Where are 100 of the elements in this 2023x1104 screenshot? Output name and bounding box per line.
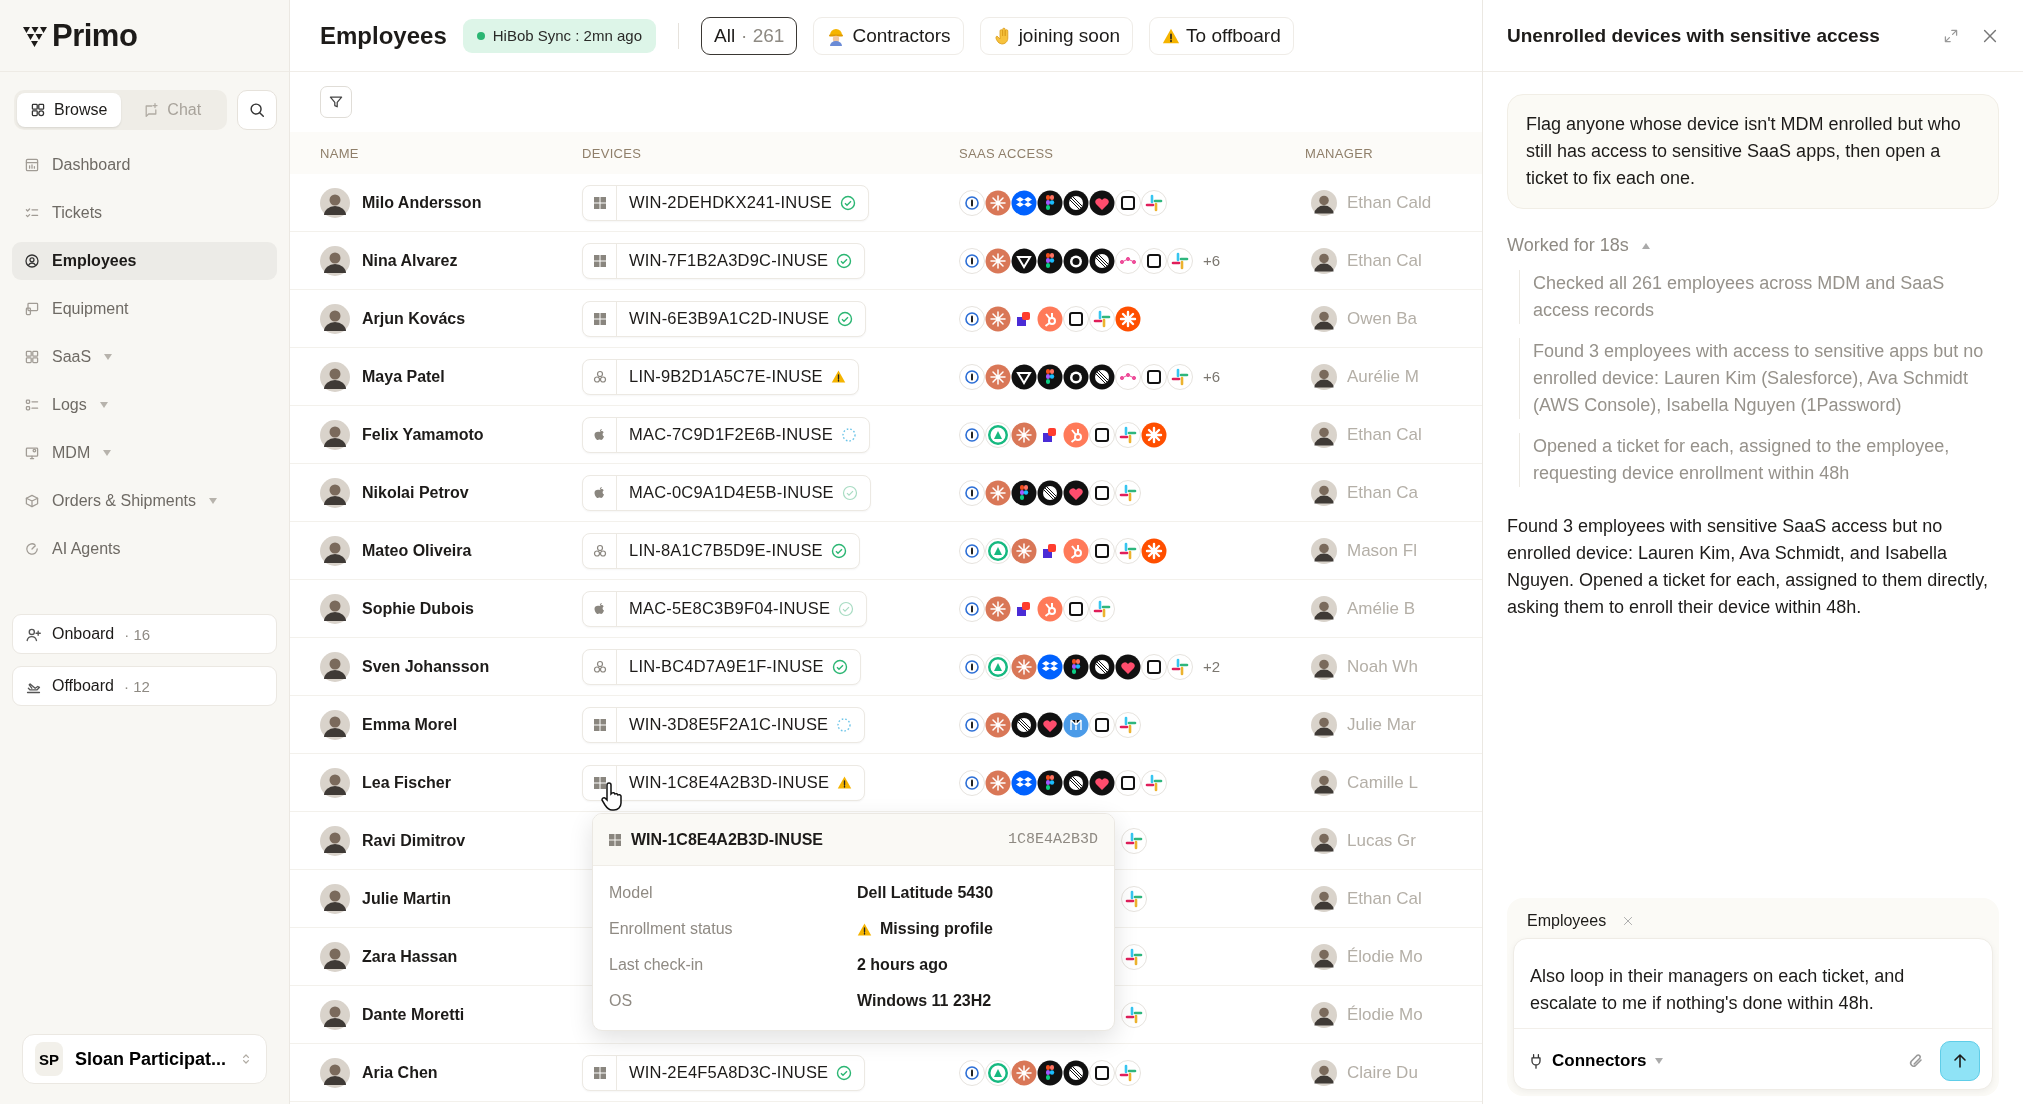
avatar: [320, 419, 350, 450]
mode-tab[interactable]: Browse: [17, 93, 121, 127]
nav-item[interactable]: Employees: [12, 242, 277, 280]
monitor-icon: [24, 301, 40, 317]
avatar: [1311, 421, 1337, 448]
manager-name: Aurélie M: [1347, 366, 1419, 387]
device-chip[interactable]: MAC-0C9A1D4E5B-INUSE: [582, 474, 871, 511]
device-chip[interactable]: WIN-6E3B9A1C2D-INUSE: [582, 300, 867, 337]
shortcut-link[interactable]: Onboard · 16: [12, 614, 277, 654]
apple-icon: [593, 427, 606, 442]
plug-icon: [1528, 1053, 1544, 1069]
device-chip[interactable]: LIN-8A1C7B5D9E-INUSE: [582, 532, 860, 569]
square-outline-icon: [1089, 421, 1115, 448]
device-chip[interactable]: WIN-7F1B2A3D9C-INUSE: [582, 242, 866, 279]
manager-name: Mason Fl: [1347, 540, 1417, 561]
device-chip[interactable]: LIN-9B2D1A5C7E-INUSE: [582, 358, 859, 395]
device-chip[interactable]: WIN-2E4F5A8D3C-INUSE: [582, 1054, 866, 1091]
keyhole-icon: [959, 305, 985, 332]
square-outline-icon: [1089, 479, 1115, 506]
caret-icon: [102, 449, 113, 457]
column-header: MANAGER: [1305, 145, 1374, 161]
device-chip[interactable]: WIN-3D8E5F2A1C-INUSE: [582, 706, 866, 743]
manager-name: Élodie Mo: [1347, 946, 1423, 967]
worked-toggle[interactable]: Worked for 18s: [1507, 235, 1999, 256]
filter-button[interactable]: [320, 86, 352, 118]
check-circle-icon: [830, 542, 847, 559]
stacked-shapes-icon: [1037, 1059, 1063, 1086]
filter-chip[interactable]: Contractors: [813, 16, 964, 55]
pinwheel-icon: [1167, 363, 1193, 390]
avatar: [320, 709, 350, 740]
nav-item[interactable]: MDM: [12, 434, 277, 472]
device-chip[interactable]: LIN-BC4D7A9E1F-INUSE: [582, 648, 861, 685]
square-outline-icon: [1141, 363, 1167, 390]
windows-logo-icon: [593, 776, 606, 789]
pinwheel-icon: [1089, 305, 1115, 332]
device-chip[interactable]: WIN-2DEHDKX241-INUSE: [582, 184, 869, 221]
square-outline-icon: [1141, 247, 1167, 274]
pinwheel-icon: [1121, 827, 1147, 854]
send-button[interactable]: [1940, 1041, 1980, 1081]
sprocket-icon: [1037, 595, 1063, 622]
shortcut-link[interactable]: Offboard · 12: [12, 666, 277, 706]
nav-item[interactable]: Dashboard: [12, 146, 277, 184]
square-outline-icon: [1089, 1059, 1115, 1086]
avatar: [320, 593, 350, 624]
device-chip[interactable]: MAC-5E8C3B9F04-INUSE: [582, 590, 868, 627]
search-button[interactable]: [237, 90, 277, 130]
nav-item[interactable]: Orders & Shipments: [12, 482, 277, 520]
account-switcher[interactable]: SP Sloan Participat...: [22, 1034, 267, 1084]
apple-icon: [593, 601, 606, 616]
connectors-button[interactable]: Connectors: [1528, 1051, 1892, 1071]
manager-name: Noah Wh: [1347, 656, 1418, 677]
manager-name: Amélie B: [1347, 598, 1416, 619]
keyhole-icon: [959, 595, 985, 622]
avatar: [320, 825, 350, 856]
avatar: [1311, 1059, 1337, 1086]
striped-circle-icon: [1037, 479, 1063, 506]
package-icon: [24, 493, 40, 509]
avatar: [320, 245, 350, 276]
avatar: [1311, 479, 1337, 506]
avatar: [320, 767, 350, 798]
message-field[interactable]: Also loop in their managers on each ticket, and escalate to me if nothing's done within 48h. Connectors: [1513, 938, 1993, 1090]
dotted-circle-icon: [836, 716, 853, 733]
asterisk-icon: [985, 595, 1011, 622]
filter-chip[interactable]: All · 261: [701, 16, 798, 55]
work-step: Opened a ticket for each, assigned to the employee, requesting device enrollment within 48h: [1519, 433, 1999, 487]
list-icon: [24, 397, 40, 413]
nav-item[interactable]: Equipment: [12, 290, 277, 328]
employee-name: Sven Johansson: [362, 657, 490, 676]
employee-name: Mateo Oliveira: [362, 541, 472, 560]
avatar: [1311, 595, 1337, 622]
windows-logo-icon: [593, 196, 606, 209]
pinwheel-icon: [1121, 1001, 1147, 1028]
pinwheel-icon: [1089, 595, 1115, 622]
penguin-icon: [592, 543, 607, 558]
nav-item[interactable]: AI Agents: [12, 530, 277, 568]
pinwheel-icon: [1115, 537, 1141, 564]
apps-icon: [24, 349, 40, 365]
agent-icon: [24, 541, 40, 557]
manager-name: Camille L: [1347, 772, 1418, 793]
device-chip[interactable]: WIN-1C8E4A2B3D-INUSE: [582, 764, 866, 801]
check-circle-icon: [839, 194, 856, 211]
nav-item[interactable]: Logs: [12, 386, 277, 424]
pinwheel-icon: [1115, 421, 1141, 448]
avatar: [1311, 827, 1337, 854]
message-input[interactable]: Also loop in their managers on each ticket, and escalate to me if nothing's done within 48h.: [1514, 939, 1992, 1029]
asterisk-icon: [1011, 421, 1037, 448]
detail-label: Last check-in: [609, 956, 705, 974]
ring-blob-icon: [1063, 247, 1089, 274]
ring-triangle-icon: [985, 653, 1011, 680]
nav-item[interactable]: SaaS: [12, 338, 277, 376]
nav-item[interactable]: Tickets: [12, 194, 277, 232]
filter-chip[interactable]: joining soon: [979, 16, 1134, 55]
striped-circle-icon: [1063, 1059, 1089, 1086]
employee-name: Nikolai Petrov: [362, 483, 469, 502]
avatar: [1311, 653, 1337, 680]
nodes-icon: [1115, 247, 1141, 274]
device-chip[interactable]: MAC-7C9D1F2E6B-INUSE: [582, 416, 870, 453]
filter-chip[interactable]: To offboard: [1149, 16, 1294, 55]
striped-circle-icon: [1089, 653, 1115, 680]
expand-icon: [1943, 27, 1959, 44]
